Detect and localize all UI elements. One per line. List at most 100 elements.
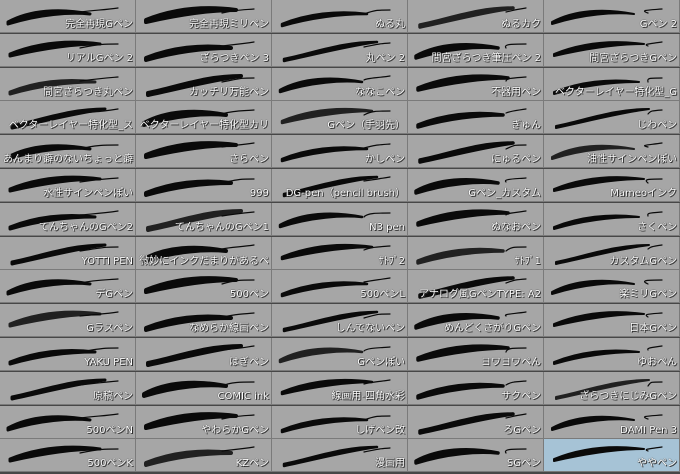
brush-label: ざらつきにじみGペン	[579, 390, 677, 402]
brush-label: ぬる丸	[375, 19, 405, 30]
brush-item[interactable]: しんでないペン	[272, 304, 408, 338]
brush-label: カスタムGペン	[609, 255, 677, 267]
brush-label: デGペン	[95, 289, 133, 301]
brush-item[interactable]: 不器用ペン	[408, 67, 544, 101]
brush-item[interactable]: DG-pen（pencil brush）	[272, 168, 408, 202]
brush-label: はぎペン	[229, 356, 269, 368]
brush-item[interactable]: 500ペンK	[0, 439, 136, 473]
brush-label: ベクターレイヤー特化型_G	[554, 86, 677, 98]
brush-label: 線画用-四角水彩	[331, 390, 405, 402]
brush-item[interactable]: やわらかGペン	[136, 405, 272, 439]
brush-item[interactable]: YAKU PEN	[0, 337, 136, 371]
brush-item[interactable]: 漫画用	[272, 439, 408, 473]
brush-item[interactable]: 水性サインペンぽい	[0, 168, 136, 202]
brush-item[interactable]: 日本Gペン	[544, 304, 680, 338]
brush-item[interactable]: 間宮ざらつきGペン	[544, 33, 680, 67]
brush-label: にゅるペン	[491, 154, 541, 166]
brush-item[interactable]: ぎゅん	[408, 101, 544, 135]
brush-label: ベクターレイヤー特化型カリ	[139, 120, 269, 132]
brush-item[interactable]: 500ペンL	[272, 270, 408, 304]
brush-item[interactable]: さらペン	[136, 135, 272, 169]
brush-label: てんちゃんのGペン2	[38, 221, 133, 233]
brush-item[interactable]: カッチリ万能ペン	[136, 67, 272, 101]
brush-label: YOTTI PEN	[81, 255, 133, 267]
brush-item[interactable]: ｻﾄﾌﾟ1	[408, 236, 544, 270]
brush-item[interactable]: 微妙にインクだまりがあるペ	[136, 236, 272, 270]
brush-item[interactable]: 線画用-四角水彩	[272, 371, 408, 405]
brush-item[interactable]: 丸ペン 2	[272, 33, 408, 67]
brush-item[interactable]: 500ペン	[136, 270, 272, 304]
brush-item[interactable]: ぬなおペン	[408, 202, 544, 236]
brush-item[interactable]: 間宮ざらつき丸ペン	[0, 67, 136, 101]
brush-item[interactable]: てんちゃんのGペン1	[136, 202, 272, 236]
brush-item[interactable]: 999	[136, 168, 272, 202]
brush-item[interactable]: はぎペン	[136, 337, 272, 371]
brush-item[interactable]: 油性サインペンぽい	[544, 135, 680, 169]
brush-item[interactable]: COMIC ink	[136, 371, 272, 405]
brush-label: あんまり癖のないちょっと癖	[3, 154, 133, 166]
brush-item[interactable]: あんまり癖のないちょっと癖	[0, 135, 136, 169]
brush-label: ゆおぺん	[637, 356, 677, 368]
brush-item[interactable]: ろGペン	[408, 405, 544, 439]
brush-item[interactable]: SGペン	[408, 439, 544, 473]
brush-item[interactable]: Gペンぽい	[272, 337, 408, 371]
brush-item[interactable]: Gペン 2	[544, 0, 680, 33]
brush-label: 間宮ざらつき筆圧ペン 2	[431, 52, 541, 64]
brush-label: 500ペンL	[360, 289, 405, 301]
brush-item[interactable]: じわペン	[544, 101, 680, 135]
brush-item[interactable]: カスタムGペン	[544, 236, 680, 270]
brush-label: DAMI Pen 3	[620, 424, 677, 436]
brush-label: ぎゅん	[511, 120, 541, 132]
brush-item[interactable]: ゆおぺん	[544, 337, 680, 371]
brush-item[interactable]: ざらつきにじみGペン	[544, 371, 680, 405]
brush-label: 丸ペン 2	[365, 52, 405, 64]
brush-item[interactable]: にゅるペン	[408, 135, 544, 169]
brush-item[interactable]: Gペン_カスタム	[408, 168, 544, 202]
brush-item[interactable]: 間宮ざらつき筆圧ペン 2	[408, 33, 544, 67]
brush-item[interactable]: ベクターレイヤー特化型_G	[544, 67, 680, 101]
brush-item[interactable]: Gペン（手羽先）	[272, 101, 408, 135]
brush-item[interactable]: ざらつきペン 3	[136, 33, 272, 67]
brush-item[interactable]: かしペン	[272, 135, 408, 169]
brush-label: KZペン	[235, 458, 269, 470]
brush-label: 500ペンK	[87, 458, 133, 470]
brush-item[interactable]: Mameoインク	[544, 168, 680, 202]
brush-label: 油性サインペンぽい	[587, 154, 677, 166]
brush-item[interactable]: デGペン	[0, 270, 136, 304]
brush-label: 微妙にインクだまりがあるペ	[139, 255, 269, 267]
brush-item[interactable]: 原稿ペン	[0, 371, 136, 405]
brush-item[interactable]: ぬる丸	[272, 0, 408, 33]
brush-item[interactable]: ｻﾄﾌﾟ2	[272, 236, 408, 270]
brush-item[interactable]: てんちゃんのGペン2	[0, 202, 136, 236]
brush-item[interactable]: ななこペン	[272, 67, 408, 101]
brush-item[interactable]: 500ペンN	[0, 405, 136, 439]
brush-item[interactable]: ベクターレイヤー特化型カリ	[136, 101, 272, 135]
brush-label: ｻﾄﾌﾟ2	[378, 255, 405, 267]
brush-item[interactable]: YOTTI PEN	[0, 236, 136, 270]
brush-item[interactable]: ヨワヨワペん	[408, 337, 544, 371]
brush-label: ベクターレイヤー特化型_ス	[8, 120, 133, 132]
brush-item[interactable]: KZペン	[136, 439, 272, 473]
brush-item[interactable]: 完全再現Gペン	[0, 0, 136, 33]
brush-item[interactable]: 楽ミリGペン	[544, 270, 680, 304]
brush-label: 原稿ペン	[93, 390, 133, 402]
brush-item[interactable]: ややペン	[544, 439, 680, 473]
brush-label: 完全再現Gペン	[65, 19, 133, 30]
brush-item[interactable]: めんどくさがりGペン	[408, 304, 544, 338]
brush-item[interactable]: アナログ風GペンTYPE: A2	[408, 270, 544, 304]
brush-label: やわらかGペン	[201, 424, 269, 436]
brush-item[interactable]: なめらか線画ペン	[136, 304, 272, 338]
brush-label: DG-pen（pencil brush）	[285, 187, 405, 199]
brush-item[interactable]: さくペン	[544, 202, 680, 236]
brush-item[interactable]: ぬるカク	[408, 0, 544, 33]
brush-item[interactable]: Gラスペン	[0, 304, 136, 338]
brush-item[interactable]: ベクターレイヤー特化型_ス	[0, 101, 136, 135]
brush-label: 500ペン	[229, 289, 269, 301]
brush-item[interactable]: リアルGペン 2	[0, 33, 136, 67]
brush-label: ｻﾄﾌﾟ1	[514, 255, 541, 267]
brush-item[interactable]: N3 pen	[272, 202, 408, 236]
brush-item[interactable]: DAMI Pen 3	[544, 405, 680, 439]
brush-item[interactable]: しげペン改	[272, 405, 408, 439]
brush-item[interactable]: サクペン	[408, 371, 544, 405]
brush-item[interactable]: 完全再現ミリペン	[136, 0, 272, 33]
